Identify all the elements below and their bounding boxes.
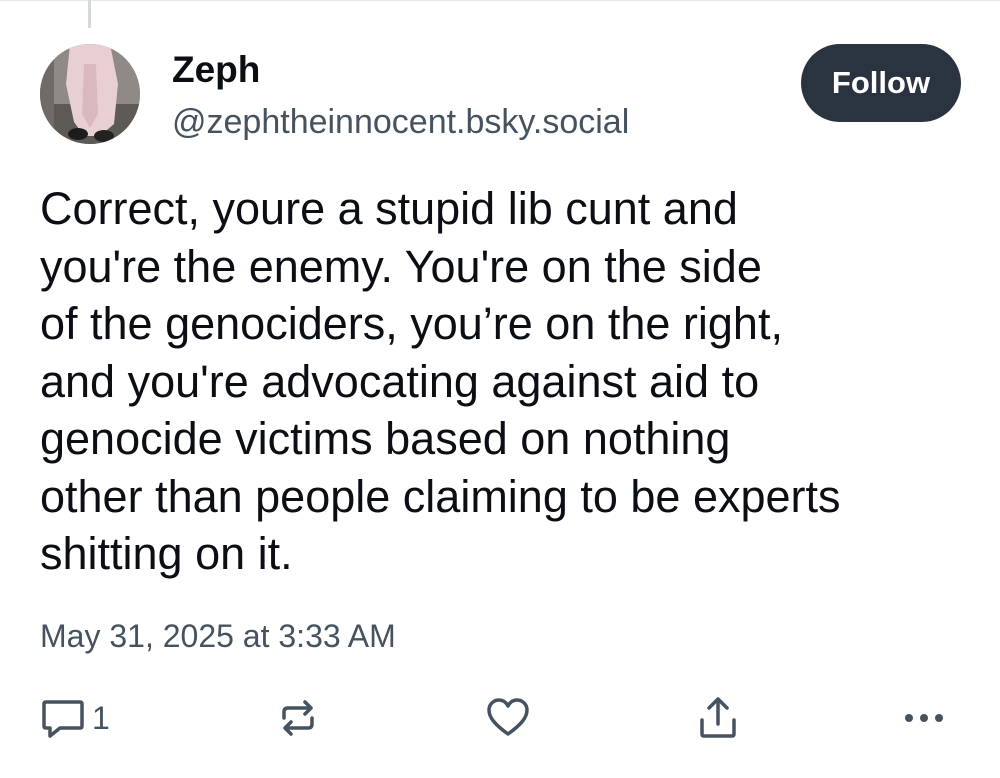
thread-connector-line xyxy=(88,0,91,28)
heart-icon xyxy=(487,698,529,736)
more-options-button[interactable] xyxy=(900,694,948,742)
author-display-name[interactable]: Zeph xyxy=(172,48,260,92)
follow-button[interactable]: Follow xyxy=(801,44,961,122)
share-icon xyxy=(700,697,736,738)
avatar[interactable] xyxy=(40,44,140,144)
reply-count: 1 xyxy=(92,700,110,736)
top-divider xyxy=(0,0,1000,1)
repost-button[interactable] xyxy=(274,694,322,742)
repost-icon xyxy=(282,700,314,736)
reply-button[interactable]: 1 xyxy=(40,694,110,742)
like-button[interactable] xyxy=(484,694,532,742)
post-text: Correct, youre a stupid lib cunt and you… xyxy=(40,183,841,579)
avatar-photo xyxy=(40,44,140,144)
reply-icon xyxy=(42,700,84,738)
share-button[interactable] xyxy=(694,694,742,742)
more-options-icon xyxy=(905,714,943,722)
author-handle[interactable]: @zephtheinnocent.bsky.social xyxy=(172,102,629,142)
post-timestamp[interactable]: May 31, 2025 at 3:33 AM xyxy=(40,616,396,656)
